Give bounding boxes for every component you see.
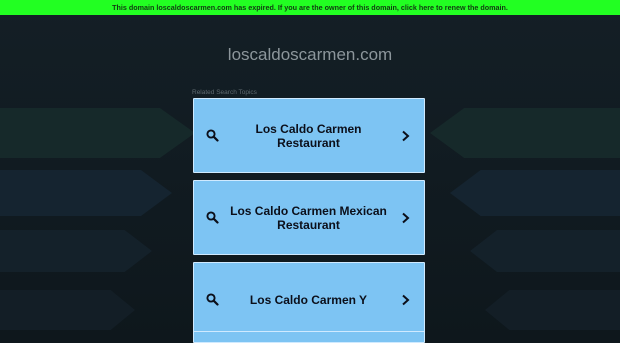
domain-title: loscaldoscarmen.com [227, 45, 393, 64]
parked-domain-page: This domain loscaldoscarmen.com has expi… [0, 0, 620, 343]
search-icon [205, 211, 219, 225]
chevron-right-icon [398, 211, 412, 225]
related-topics-heading: Related Search Topics [192, 89, 257, 96]
search-topic-link[interactable] [193, 331, 425, 343]
search-icon [205, 129, 219, 143]
chevron-right-icon [398, 129, 412, 143]
search-topic-link[interactable]: Los Caldo Carmen Y [193, 262, 425, 337]
chevron-right-icon [398, 293, 412, 307]
search-topic-label: Los Caldo Carmen Restaurant [255, 121, 362, 150]
expired-domain-banner[interactable]: This domain loscaldoscarmen.com has expi… [0, 0, 620, 15]
search-topic-link[interactable]: Los Caldo Carmen Restaurant [193, 98, 425, 173]
search-topic-label: Los Caldo Carmen Mexican Restaurant [230, 203, 387, 232]
search-topic-label: Los Caldo Carmen Y [249, 292, 368, 307]
search-icon [205, 293, 219, 307]
search-topic-link[interactable]: Los Caldo Carmen Mexican Restaurant [193, 180, 425, 255]
